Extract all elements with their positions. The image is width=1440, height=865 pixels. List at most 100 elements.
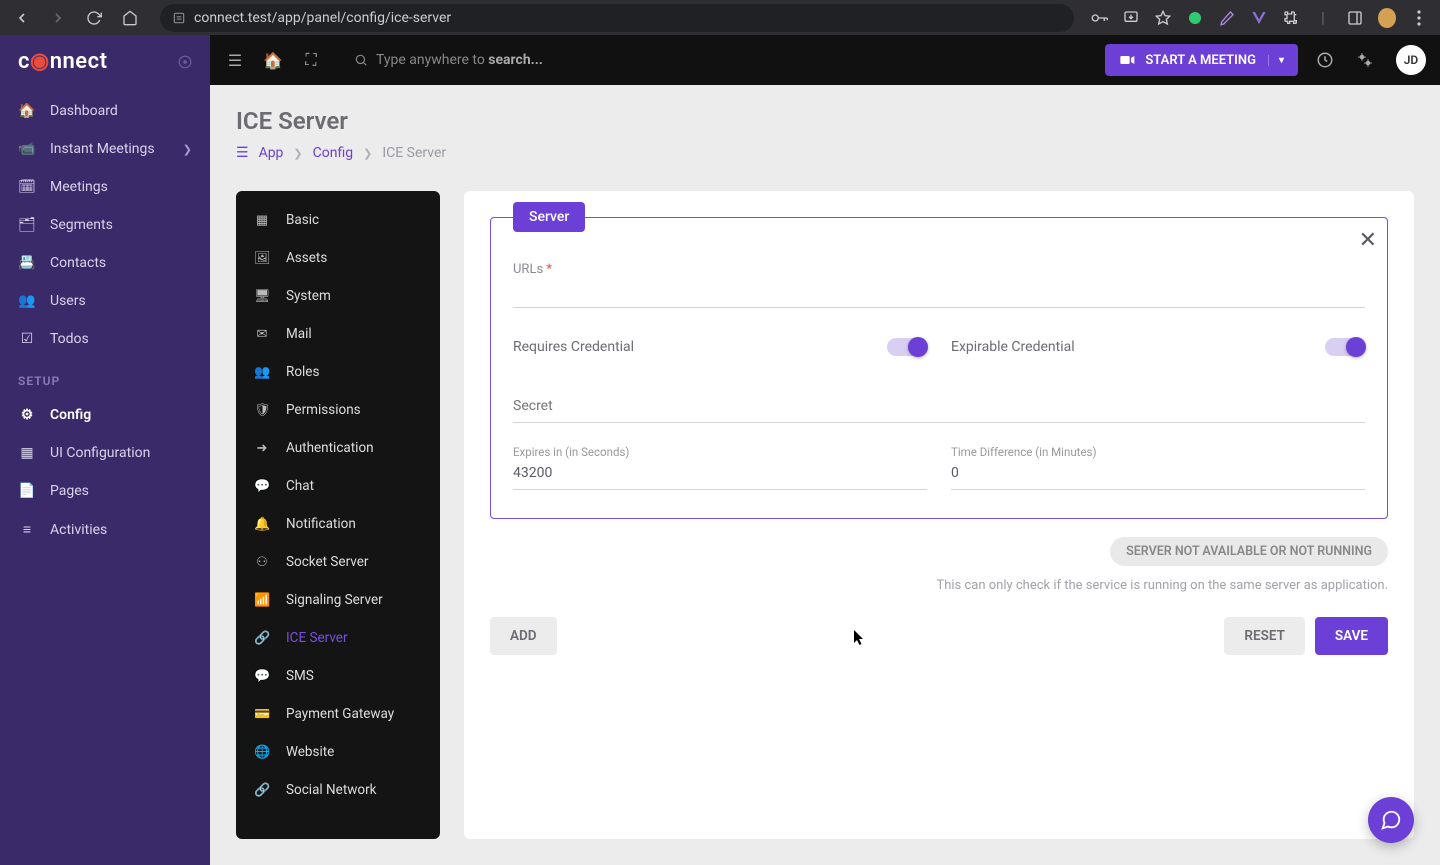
config-nav-mail[interactable]: ✉Mail bbox=[236, 315, 440, 353]
button-row: ADD RESET SAVE bbox=[490, 617, 1388, 655]
ext-pen-icon[interactable] bbox=[1218, 9, 1236, 27]
sidebar-collapse-icon[interactable] bbox=[178, 55, 192, 69]
close-button[interactable]: ✕ bbox=[1359, 228, 1377, 253]
config-nav-assets[interactable]: 🖼Assets bbox=[236, 239, 440, 277]
sidebar-item-ui-configuration[interactable]: ▦UI Configuration bbox=[0, 434, 210, 472]
save-button[interactable]: SAVE bbox=[1315, 617, 1388, 655]
expirable-credential-label: Expirable Credential bbox=[951, 339, 1075, 355]
topbar: ☰ 🏠 ⛶ Type anywhere to search... START A… bbox=[210, 35, 1440, 85]
chat-fab[interactable] bbox=[1368, 797, 1414, 843]
sidebar-item-meetings[interactable]: 🗓Meetings bbox=[0, 168, 210, 206]
sidebar-item-dashboard[interactable]: 🏠 Dashboard bbox=[0, 92, 210, 130]
password-icon[interactable] bbox=[1090, 9, 1108, 27]
site-info-icon bbox=[172, 11, 186, 25]
expires-input[interactable] bbox=[513, 461, 927, 490]
chevron-right-icon: ❯ bbox=[293, 147, 302, 160]
sidebar-main-items: 🏠Dashboard 📹Instant Meetings❯ 🗓Meetings … bbox=[0, 92, 210, 358]
browser-home[interactable] bbox=[116, 4, 144, 32]
config-nav-permissions[interactable]: 🛡Permissions bbox=[236, 391, 440, 429]
sidebar-label: Activities bbox=[50, 522, 107, 538]
chat-icon: 💬 bbox=[254, 479, 270, 494]
reset-button[interactable]: RESET bbox=[1224, 617, 1304, 655]
config-nav-label: Permissions bbox=[286, 402, 361, 418]
browser-forward[interactable] bbox=[44, 4, 72, 32]
config-nav-chat[interactable]: 💬Chat bbox=[236, 467, 440, 505]
config-nav-notification[interactable]: 🔔Notification bbox=[236, 505, 440, 543]
config-nav-roles[interactable]: 👥Roles bbox=[236, 353, 440, 391]
ice-icon: 🔗 bbox=[254, 631, 270, 646]
sidebar-item-todos[interactable]: ☑Todos bbox=[0, 320, 210, 358]
clock-icon[interactable] bbox=[1316, 51, 1338, 69]
sidebar-item-instant-meetings[interactable]: 📹Instant Meetings❯ bbox=[0, 130, 210, 168]
bookmark-star-icon[interactable] bbox=[1154, 9, 1172, 27]
urls-field: URLs * bbox=[513, 258, 1365, 308]
ext-v-icon[interactable] bbox=[1250, 9, 1268, 27]
divider: | bbox=[1314, 9, 1332, 27]
config-nav-label: Social Network bbox=[286, 782, 377, 798]
urls-input[interactable] bbox=[513, 277, 1365, 308]
expirable-credential-toggle[interactable] bbox=[1325, 338, 1365, 356]
start-meeting-button[interactable]: START A MEETING ▾ bbox=[1105, 44, 1298, 76]
topbar-home-icon[interactable]: 🏠 bbox=[262, 51, 284, 70]
sidebar: c◉nnect 🏠 Dashboard 📹Instant Meetings❯ 🗓M… bbox=[0, 35, 210, 865]
sidebar-label: Dashboard bbox=[50, 103, 118, 119]
breadcrumb-toggle-icon[interactable]: ☰ bbox=[236, 145, 249, 161]
config-nav-ice-server[interactable]: 🔗ICE Server bbox=[236, 619, 440, 657]
user-avatar[interactable]: JD bbox=[1396, 45, 1426, 75]
chevron-down-icon: ▾ bbox=[1268, 55, 1284, 66]
config-nav-sms[interactable]: 💬SMS bbox=[236, 657, 440, 695]
app-shell: c◉nnect 🏠 Dashboard 📹Instant Meetings❯ 🗓M… bbox=[0, 35, 1440, 865]
global-search[interactable]: Type anywhere to search... bbox=[354, 52, 1089, 68]
time-diff-input[interactable] bbox=[951, 461, 1365, 490]
breadcrumb-config[interactable]: Config bbox=[313, 145, 353, 161]
install-icon[interactable] bbox=[1122, 9, 1140, 27]
config-nav-label: Authentication bbox=[286, 440, 374, 456]
ext-green-dot[interactable] bbox=[1186, 9, 1204, 27]
sidebar-item-pages[interactable]: 📄Pages bbox=[0, 472, 210, 510]
logo-row: c◉nnect bbox=[0, 49, 210, 92]
requires-credential-row: Requires Credential bbox=[513, 330, 927, 364]
payment-icon: 💳 bbox=[254, 707, 270, 722]
home-icon: 🏠 bbox=[18, 103, 36, 119]
sidepanel-icon[interactable] bbox=[1346, 9, 1364, 27]
url-bar[interactable]: connect.test/app/panel/config/ice-server bbox=[160, 4, 1074, 32]
users-icon: 👥 bbox=[18, 293, 36, 309]
config-nav-authentication[interactable]: ➜Authentication bbox=[236, 429, 440, 467]
config-nav-system[interactable]: 🖥System bbox=[236, 277, 440, 315]
sidebar-item-activities[interactable]: ≡Activities bbox=[0, 510, 210, 549]
fullscreen-icon[interactable]: ⛶ bbox=[300, 50, 322, 70]
browser-reload[interactable] bbox=[80, 4, 108, 32]
extensions-icon[interactable] bbox=[1282, 9, 1300, 27]
sidebar-item-segments[interactable]: 🗂Segments bbox=[0, 206, 210, 244]
chevron-right-icon: ❯ bbox=[183, 143, 192, 156]
bell-icon: 🔔 bbox=[254, 517, 270, 532]
secret-input[interactable] bbox=[513, 392, 1365, 423]
browser-menu-icon[interactable] bbox=[1410, 9, 1428, 27]
page-title: ICE Server bbox=[236, 107, 1414, 135]
profile-avatar[interactable] bbox=[1378, 9, 1396, 27]
config-nav-basic[interactable]: ▦Basic bbox=[236, 201, 440, 239]
signal-icon: 📶 bbox=[254, 593, 270, 608]
chat-icon bbox=[1380, 809, 1402, 831]
config-nav-signaling-server[interactable]: 📶 Signaling Server bbox=[236, 581, 440, 619]
add-button[interactable]: ADD bbox=[490, 617, 557, 655]
config-nav-payment-gateway[interactable]: 💳Payment Gateway bbox=[236, 695, 440, 733]
config-nav-label: SMS bbox=[286, 668, 314, 684]
config-nav-website[interactable]: 🌐Website bbox=[236, 733, 440, 771]
requires-credential-toggle[interactable] bbox=[887, 338, 927, 356]
sidebar-item-users[interactable]: 👥Users bbox=[0, 282, 210, 320]
sidebar-item-config[interactable]: ⚙Config bbox=[0, 396, 210, 434]
meeting-icon bbox=[1119, 52, 1135, 68]
config-nav-social-network[interactable]: 🔗Social Network bbox=[236, 771, 440, 809]
breadcrumb-app[interactable]: App bbox=[259, 145, 284, 161]
config-nav-label: System bbox=[286, 288, 331, 304]
sidebar-item-contacts[interactable]: 📇Contacts bbox=[0, 244, 210, 282]
menu-toggle-icon[interactable]: ☰ bbox=[224, 51, 246, 70]
config-nav-label: Signaling Server bbox=[286, 592, 383, 608]
roles-icon: 👥 bbox=[254, 365, 270, 380]
browser-back[interactable] bbox=[8, 4, 36, 32]
settings-gears-icon[interactable] bbox=[1356, 51, 1378, 69]
logo[interactable]: c◉nnect bbox=[18, 49, 107, 74]
config-nav-socket-server[interactable]: ⚇Socket Server bbox=[236, 543, 440, 581]
config-panel: Server ✕ URLs * Requires Credential Expi… bbox=[464, 191, 1414, 839]
